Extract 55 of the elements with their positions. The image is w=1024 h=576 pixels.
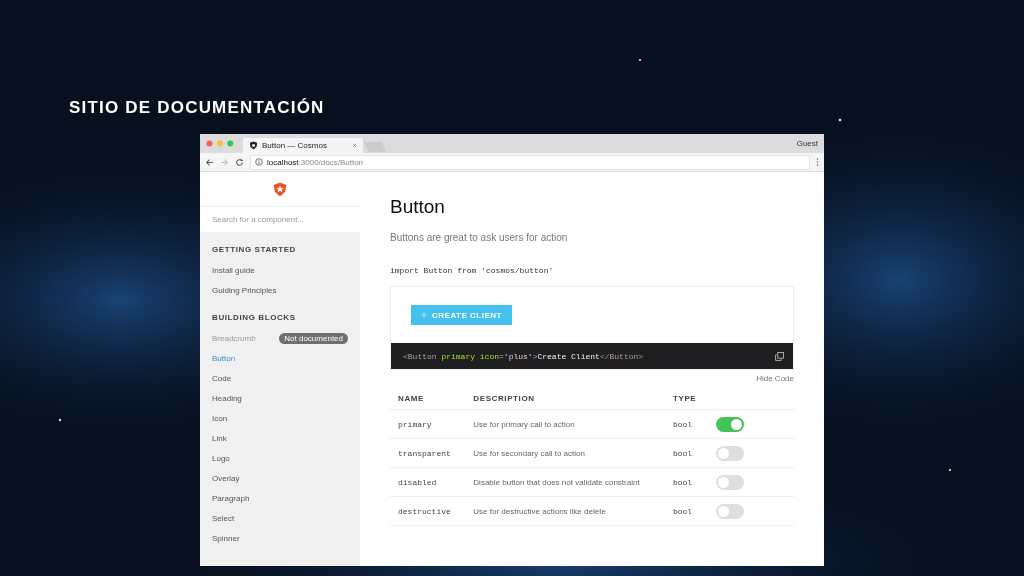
sidebar-link[interactable]: Logo (212, 453, 230, 463)
column-header: NAME (390, 391, 466, 410)
page-title: Button (390, 196, 446, 218)
column-header: DESCRIPTION (465, 391, 665, 410)
section-heading: GETTING STARTED (212, 245, 297, 255)
sidebar-link[interactable]: Heading (212, 393, 242, 403)
plus-icon (421, 312, 427, 318)
toggle-switch[interactable] (716, 445, 744, 461)
table-cell: bool (664, 438, 708, 468)
table-cell: transparent (390, 438, 466, 468)
table-cell: disabled (390, 467, 466, 497)
table-cell: bool (664, 409, 708, 439)
section-heading: BUILDING BLOCKS (212, 313, 297, 323)
close-icon[interactable] (352, 143, 357, 148)
table-cell: bool (664, 496, 708, 526)
search-field[interactable]: Search for a component... (200, 206, 360, 232)
toggle-switch[interactable] (716, 474, 744, 490)
sidebar-link[interactable]: Select (212, 513, 235, 523)
sidebar-link[interactable]: Link (212, 433, 227, 443)
info-icon (255, 158, 263, 166)
table-cell: bool (664, 467, 708, 497)
sidebar-link[interactable]: Code (212, 373, 232, 383)
sidebar-link[interactable]: Overlay (212, 473, 240, 483)
profile-label[interactable]: Guest (796, 139, 818, 148)
import-code: import Button from 'cosmos/button' (390, 266, 554, 276)
reload-icon[interactable] (235, 157, 244, 167)
star-shield-logo (273, 181, 287, 197)
table-cell: Use for primary call to action (465, 409, 665, 439)
table-cell: Use for secondary call to action (465, 438, 665, 468)
back-icon[interactable] (205, 157, 214, 167)
address-field[interactable]: localhost:3000/docs/Button (250, 154, 810, 170)
sidebar-link[interactable]: Spinner (212, 533, 240, 543)
hide-code-link[interactable]: Hide Code (756, 374, 794, 383)
toggle-switch[interactable] (716, 503, 744, 519)
shield-icon (249, 141, 258, 150)
slide-title: SITIO DE DOCUMENTACIÓN (69, 98, 325, 118)
column-header: TYPE (664, 391, 708, 410)
table-cell: Use for destructive actions like delete (465, 496, 665, 526)
new-tab-button[interactable] (363, 142, 387, 152)
toggle-switch[interactable] (716, 416, 744, 432)
table-cell: primary (390, 409, 466, 439)
menu-icon[interactable] (816, 157, 819, 167)
code-snippet: <Button primary icon='plus'>Create Client</Button> (403, 351, 644, 361)
copy-icon[interactable] (775, 351, 784, 361)
sidebar-link[interactable]: Guiding Principles (212, 285, 277, 295)
sidebar-link[interactable]: Paragraph (212, 493, 250, 503)
status-badge: Not documented (279, 332, 348, 344)
window-controls-icon[interactable] (206, 140, 236, 147)
table-cell: destructive (390, 496, 466, 526)
forward-icon[interactable] (220, 157, 229, 167)
sidebar-link[interactable]: Icon (212, 413, 228, 423)
browser-tab[interactable]: Button — Cosmos (243, 138, 363, 153)
table-cell: Disable button that does not validate constraint (465, 467, 665, 497)
sidebar-link[interactable]: Install guide (212, 265, 255, 275)
page-subtitle: Buttons are great to ask users for action (390, 232, 569, 244)
